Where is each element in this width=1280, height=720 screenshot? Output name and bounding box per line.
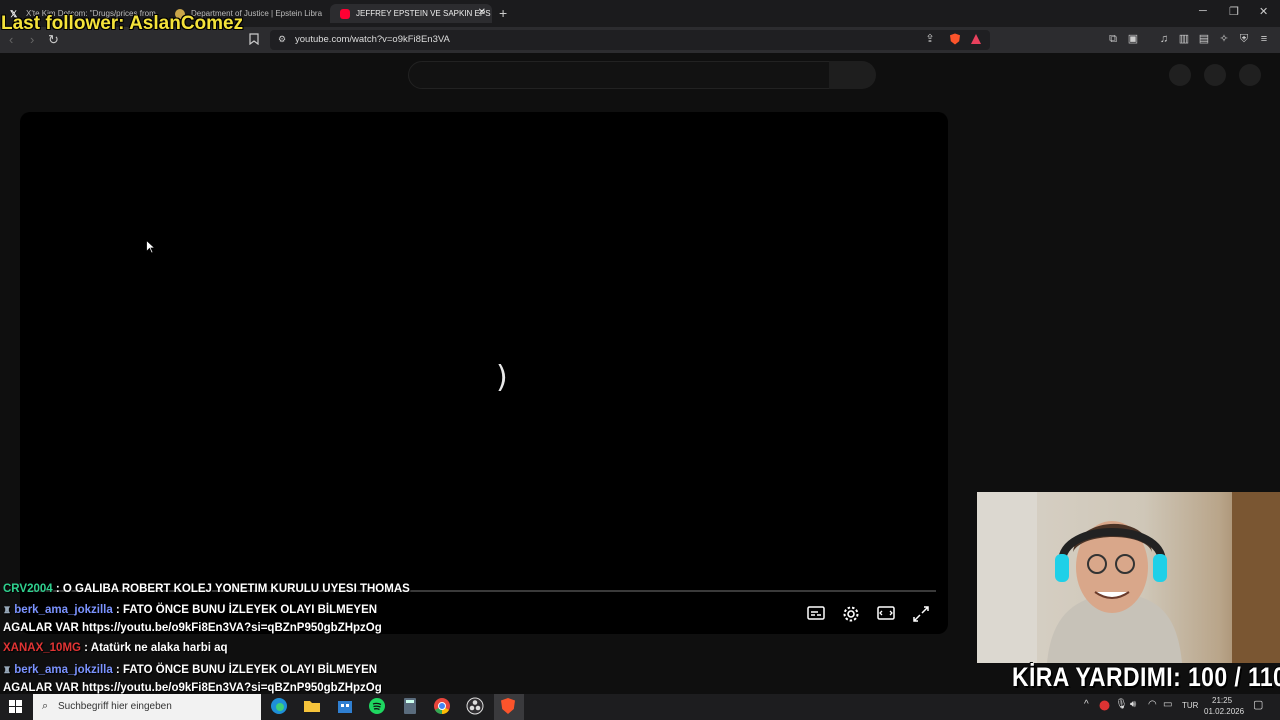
site-settings-icon[interactable]: ⚙: [276, 33, 288, 45]
loading-spinner-icon: ): [496, 360, 508, 395]
tab-youtube[interactable]: JEFFREY EPSTEIN VE SAPKIN EPS ✕: [330, 4, 492, 23]
media-icon[interactable]: ♫: [1158, 33, 1170, 45]
extensions-icon[interactable]: ⧉: [1107, 33, 1119, 45]
tray-antivirus-icon[interactable]: [1099, 700, 1110, 713]
network-icon[interactable]: ◠: [1148, 699, 1157, 710]
badge-icon: ♜: [3, 665, 12, 675]
screen: 𝕏 X'te Kim Dotcom: "Drugs/prices from De…: [0, 0, 1280, 720]
youtube-search-input[interactable]: [408, 61, 830, 89]
bookmark-icon[interactable]: [248, 33, 260, 46]
badge-icon: ♜: [3, 605, 12, 615]
chat-message: ♜ berk_ama_jokzilla : FATO ÖNCE BUNU İZL…: [3, 604, 377, 616]
wallet-icon[interactable]: ▤: [1198, 33, 1210, 45]
clock-date[interactable]: 01.02.2026: [1204, 707, 1244, 716]
windows-start-icon[interactable]: [9, 700, 22, 718]
chat-text: AGALAR VAR https://youtu.be/o9kFi8En3VA?…: [3, 622, 382, 634]
fullscreen-icon[interactable]: [912, 605, 932, 623]
close-window-icon[interactable]: ✕: [1259, 5, 1268, 18]
chat-text: : FATO ÖNCE BUNU İZLEYEK OLAYI BİLMEYEN: [112, 604, 378, 616]
tab-search-icon[interactable]: ▣: [1127, 33, 1139, 45]
brave-icon[interactable]: [499, 697, 519, 717]
obs-icon[interactable]: [466, 697, 486, 717]
chat-username: berk_ama_jokzilla: [14, 664, 113, 676]
url-text[interactable]: youtube.com/watch?v=o9kFi8En3VA: [295, 34, 450, 45]
spotify-icon[interactable]: [368, 697, 388, 717]
chat-text: : O GALIBA ROBERT KOLEJ YONETIM KURULU U…: [52, 583, 410, 595]
leo-ai-icon[interactable]: ✧: [1218, 33, 1230, 45]
close-tab-icon[interactable]: ✕: [478, 7, 486, 18]
settings-gear-icon[interactable]: [842, 605, 862, 623]
chat-username: berk_ama_jokzilla: [14, 604, 113, 616]
share-icon[interactable]: ⇪: [924, 33, 936, 45]
menu-icon[interactable]: ≡: [1258, 33, 1270, 45]
file-explorer-icon[interactable]: [303, 697, 323, 717]
youtube-search-button[interactable]: [829, 61, 876, 89]
vpn-icon[interactable]: ⛨: [1238, 33, 1250, 45]
notifications-icon[interactable]: [1204, 64, 1226, 86]
chat-username: XANAX_10MG: [3, 642, 81, 654]
subtitles-icon[interactable]: [807, 605, 827, 623]
chat-text: : FATO ÖNCE BUNU İZLEYEK OLAYI BİLMEYEN: [112, 664, 378, 676]
chat-message: XANAX_10MG : Atatürk ne alaka harbi aq: [3, 642, 228, 654]
chat-message-continued: AGALAR VAR https://youtu.be/o9kFi8En3VA?…: [3, 622, 382, 634]
microphone-icon[interactable]: 🎙︎: [1115, 699, 1128, 710]
chat-message: CRV2004 : O GALIBA ROBERT KOLEJ YONETIM …: [3, 583, 410, 595]
rent-support-goal: KİRA YARDIMI: 100 / 110: [1012, 662, 1280, 692]
edge-icon[interactable]: [270, 697, 290, 717]
chat-username: CRV2004: [3, 583, 53, 595]
tab-label: JEFFREY EPSTEIN VE SAPKIN EPS: [356, 9, 491, 18]
youtube-icon: [340, 8, 350, 19]
create-icon[interactable]: [1169, 64, 1191, 86]
last-follower-banner: Last follower: AslanComez: [1, 13, 244, 34]
chat-text: : Atatürk ne alaka harbi aq: [80, 642, 228, 654]
taskbar-search-placeholder: Suchbegriff hier eingeben: [58, 701, 172, 712]
theater-mode-icon[interactable]: [877, 605, 897, 623]
restore-icon[interactable]: ❐: [1229, 5, 1239, 18]
notification-center-icon[interactable]: ▢: [1253, 698, 1263, 711]
clock-time[interactable]: 21:25: [1212, 696, 1232, 705]
chat-message: ♜ berk_ama_jokzilla : FATO ÖNCE BUNU İZL…: [3, 664, 377, 676]
store-icon[interactable]: [336, 697, 356, 717]
sidebar-icon[interactable]: ▥: [1178, 33, 1190, 45]
calculator-icon[interactable]: [401, 697, 421, 717]
search-icon: ⌕: [42, 700, 49, 712]
chrome-icon[interactable]: [433, 697, 453, 717]
brave-shields-icon[interactable]: [949, 33, 961, 45]
chat-message-continued: AGALAR VAR https://youtu.be/o9kFi8En3VA?…: [3, 682, 382, 694]
volume-icon[interactable]: 🔊︎: [1130, 699, 1136, 710]
language-indicator[interactable]: TUR: [1182, 701, 1198, 710]
new-tab-icon[interactable]: +: [499, 5, 507, 21]
mouse-cursor-icon: [146, 239, 156, 259]
avatar[interactable]: [1239, 64, 1261, 86]
chat-text: AGALAR VAR https://youtu.be/o9kFi8En3VA?…: [3, 682, 382, 694]
video-player[interactable]: [20, 112, 948, 634]
minimize-icon[interactable]: ─: [1199, 5, 1207, 17]
brave-rewards-icon[interactable]: [970, 33, 982, 45]
tray-chevron-icon[interactable]: ^: [1084, 699, 1089, 710]
battery-icon[interactable]: ▭: [1163, 699, 1172, 710]
webcam-feed: [977, 492, 1280, 663]
